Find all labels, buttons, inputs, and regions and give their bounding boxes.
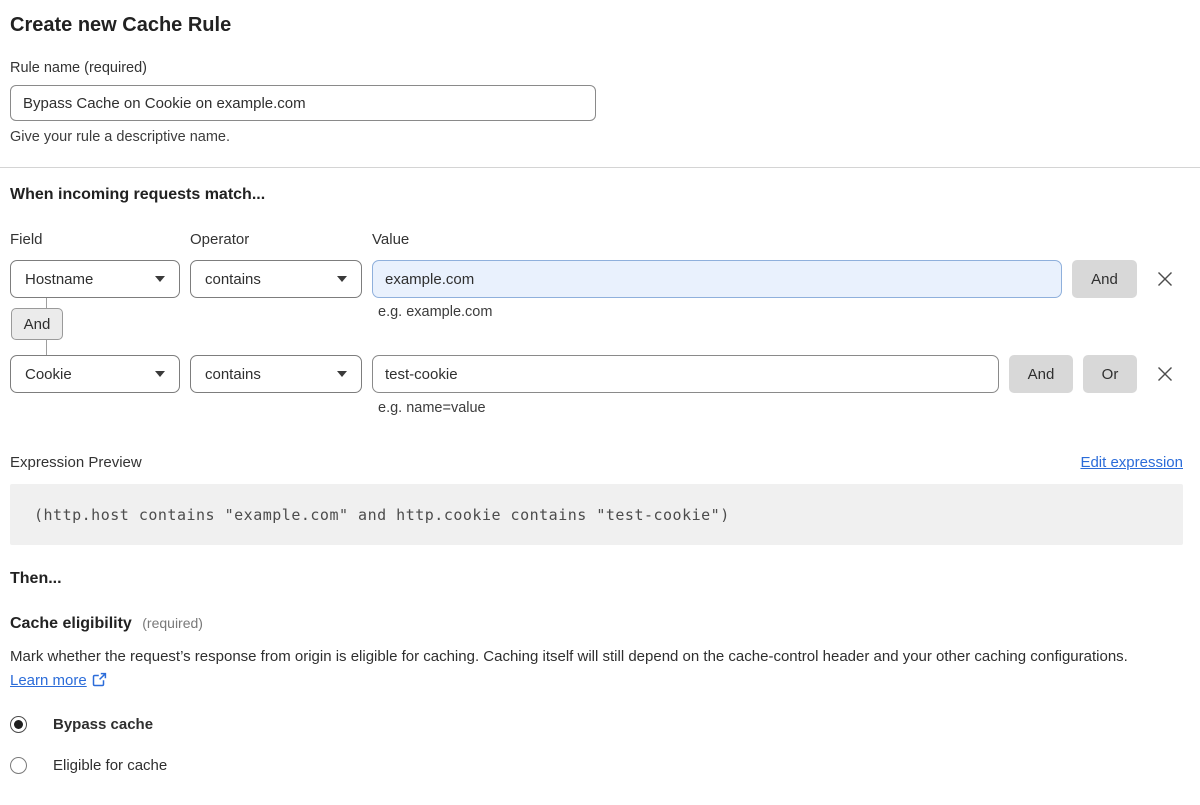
chevron-down-icon (155, 276, 165, 282)
connector-line (46, 340, 47, 355)
radio-label-bypass-cache[interactable]: Bypass cache (53, 716, 153, 733)
required-tag: (required) (142, 615, 203, 631)
field-select-2[interactable]: Cookie (10, 355, 180, 393)
section-divider (0, 167, 1200, 168)
chevron-down-icon (337, 276, 347, 282)
expression-preview-label: Expression Preview (10, 454, 142, 471)
radio-label-eligible-for-cache[interactable]: Eligible for cache (53, 757, 167, 774)
and-button-row-1[interactable]: And (1072, 260, 1137, 298)
value-input-2[interactable] (372, 355, 999, 393)
match-heading: When incoming requests match... (10, 186, 266, 203)
expression-code: (http.host contains "example.com" and ht… (34, 505, 730, 524)
create-cache-rule-page: Create new Cache Rule Rule name (require… (0, 12, 1200, 774)
value-hint-2: e.g. name=value (378, 400, 486, 416)
learn-more-link[interactable]: Learn more (10, 672, 87, 689)
radio-dot (14, 720, 23, 729)
radio-option-bypass-cache[interactable]: Bypass cache (10, 716, 1183, 733)
condition-column-headers: Field Operator Value (10, 231, 1183, 249)
operator-column-label: Operator (190, 231, 250, 248)
field-column-label: Field (10, 231, 43, 248)
value-column-label: Value (372, 231, 410, 248)
cache-eligibility-heading: Cache eligibility (required) (10, 613, 1183, 634)
radio-unselected-icon[interactable] (10, 757, 27, 774)
condition-connector-area: e.g. example.com And (10, 298, 1183, 355)
condition-row-1: Hostname contains And (10, 260, 1183, 298)
condition-row-2: Cookie contains And Or (10, 355, 1183, 393)
operator-select-2[interactable]: contains (190, 355, 362, 393)
field-select-2-value: Cookie (25, 365, 72, 383)
close-icon (1158, 272, 1172, 286)
value-input-1[interactable] (372, 260, 1062, 298)
operator-select-2-value: contains (205, 365, 261, 383)
close-icon (1158, 367, 1172, 381)
radio-selected-icon[interactable] (10, 716, 27, 733)
operator-select-1[interactable]: contains (190, 260, 362, 298)
remove-condition-1-button[interactable] (1147, 260, 1183, 298)
connector-line (46, 298, 47, 308)
radio-option-eligible-for-cache[interactable]: Eligible for cache (10, 757, 1183, 774)
rule-name-label: Rule name (required) (10, 60, 148, 76)
value-hint-1: e.g. example.com (378, 304, 493, 320)
edit-expression-link[interactable]: Edit expression (1080, 454, 1183, 471)
rule-name-helper: Give your rule a descriptive name. (10, 129, 231, 145)
then-heading: Then... (10, 570, 62, 587)
field-select-1-value: Hostname (25, 270, 94, 288)
and-button-row-2[interactable]: And (1009, 355, 1073, 393)
description-text: Mark whether the request’s response from… (10, 648, 1128, 665)
remove-condition-2-button[interactable] (1147, 355, 1183, 393)
connector-and-toggle[interactable]: And (11, 308, 63, 340)
external-link-icon (92, 671, 107, 695)
operator-select-1-value: contains (205, 270, 261, 288)
expression-code-block: (http.host contains "example.com" and ht… (10, 484, 1183, 545)
chevron-down-icon (155, 371, 165, 377)
cache-eligibility-title: Cache eligibility (10, 615, 132, 632)
cache-eligibility-description: Mark whether the request’s response from… (10, 645, 1170, 695)
chevron-down-icon (337, 371, 347, 377)
expression-preview-header: Expression Preview Edit expression (10, 453, 1183, 473)
or-button-row-2[interactable]: Or (1083, 355, 1137, 393)
rule-name-input[interactable] (10, 85, 596, 121)
field-select-1[interactable]: Hostname (10, 260, 180, 298)
page-title: Create new Cache Rule (10, 14, 232, 36)
